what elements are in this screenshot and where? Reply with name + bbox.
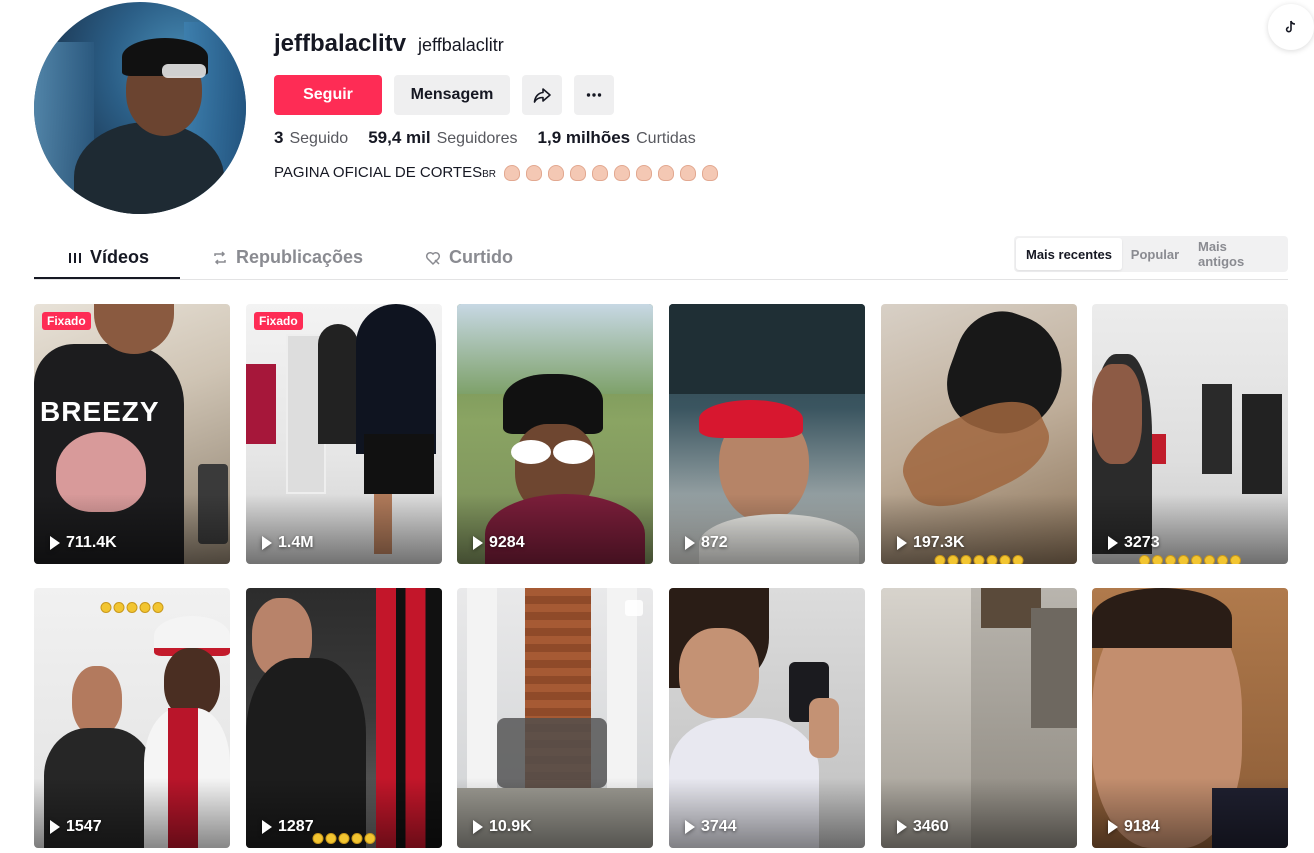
video-card[interactable]: 197.3K (881, 304, 1077, 564)
play-icon (685, 820, 695, 834)
play-icon (262, 820, 272, 834)
followers-stat[interactable]: 59,4 mil Seguidores (368, 128, 517, 148)
pointing-hand-emojis (504, 164, 719, 181)
video-card[interactable]: BREEZY Fixado 711.4K (34, 304, 230, 564)
likes-label: Curtidas (636, 130, 696, 147)
view-count: 1547 (50, 818, 102, 836)
view-count: 3460 (897, 818, 949, 836)
video-card[interactable]: 9184 (1092, 588, 1288, 848)
likes-stat: 1,9 milhões Curtidas (538, 128, 696, 148)
tab-videos-label: Vídeos (90, 247, 150, 267)
view-count: 711.4K (50, 534, 117, 552)
video-card[interactable]: 3273 (1092, 304, 1288, 564)
sort-control: Mais recentes Popular Mais antigos (1014, 236, 1288, 272)
sort-latest[interactable]: Mais recentes (1016, 238, 1122, 270)
share-button[interactable] (522, 75, 562, 115)
video-card[interactable]: 872 (669, 304, 865, 564)
tab-reposts-label: Republicações (236, 247, 364, 267)
image-post-icon (625, 600, 643, 616)
pinned-badge: Fixado (42, 312, 91, 330)
view-count: 9284 (473, 534, 525, 552)
likes-count: 1,9 milhões (537, 128, 631, 147)
following-count: 3 (274, 128, 284, 147)
active-tab-indicator (34, 277, 180, 279)
tab-reposts[interactable]: Republicações (212, 236, 363, 279)
profile-actions: Seguir Mensagem (274, 75, 614, 115)
sort-popular[interactable]: Popular (1122, 238, 1188, 270)
tab-videos[interactable]: Vídeos (68, 236, 149, 279)
play-icon (262, 536, 272, 550)
play-icon (473, 820, 483, 834)
video-card[interactable]: 10.9K (457, 588, 653, 848)
play-icon (50, 820, 60, 834)
follow-button[interactable]: Seguir (274, 75, 382, 115)
play-icon (50, 536, 60, 550)
view-count: 872 (685, 534, 728, 552)
pinned-badge: Fixado (254, 312, 303, 330)
play-icon (897, 536, 907, 550)
profile-username: jeffbalaclitv (274, 30, 407, 57)
video-card[interactable]: 1547 (34, 588, 230, 848)
play-icon (1108, 536, 1118, 550)
play-icon (897, 820, 907, 834)
profile-bio: PAGINA OFICIAL DE CORTESBR (274, 164, 719, 181)
view-count: 1287 (262, 818, 314, 836)
video-card[interactable]: 1287 (246, 588, 442, 848)
more-icon (586, 93, 602, 97)
tiktok-icon (1285, 20, 1296, 33)
video-card[interactable]: 3460 (881, 588, 1077, 848)
tiktok-float-button[interactable] (1268, 4, 1314, 50)
play-icon (473, 536, 483, 550)
play-icon (1108, 820, 1118, 834)
sort-oldest[interactable]: Mais antigos (1188, 238, 1286, 270)
message-button[interactable]: Mensagem (394, 75, 510, 115)
grid-icon (69, 252, 81, 263)
view-count: 1.4M (262, 534, 314, 552)
repost-icon (214, 250, 226, 265)
play-icon (685, 536, 695, 550)
liked-icon (425, 251, 441, 265)
profile-header: jeffbalaclitv jeffbalaclitr (274, 30, 504, 64)
more-button[interactable] (574, 75, 614, 115)
view-count: 3744 (685, 818, 737, 836)
video-card[interactable]: 9284 (457, 304, 653, 564)
tab-liked-label: Curtido (449, 247, 513, 267)
followers-count: 59,4 mil (368, 128, 431, 147)
profile-nickname: jeffbalaclitr (418, 35, 504, 55)
bio-text: PAGINA OFICIAL DE CORTES (274, 164, 483, 181)
video-card[interactable]: 3744 (669, 588, 865, 848)
share-icon (533, 88, 551, 103)
tab-liked[interactable]: Curtido (425, 236, 513, 279)
video-card[interactable]: Fixado 1.4M (246, 304, 442, 564)
bio-small-text: BR (482, 169, 497, 180)
view-count: 10.9K (473, 818, 532, 836)
following-stat[interactable]: 3 Seguido (274, 128, 348, 148)
view-count: 197.3K (897, 534, 965, 552)
following-label: Seguido (289, 130, 349, 147)
followers-label: Seguidores (436, 130, 518, 147)
view-count: 3273 (1108, 534, 1160, 552)
profile-avatar (34, 2, 246, 214)
view-count: 9184 (1108, 818, 1160, 836)
profile-stats: 3 Seguido 59,4 mil Seguidores 1,9 milhões C… (274, 128, 696, 148)
